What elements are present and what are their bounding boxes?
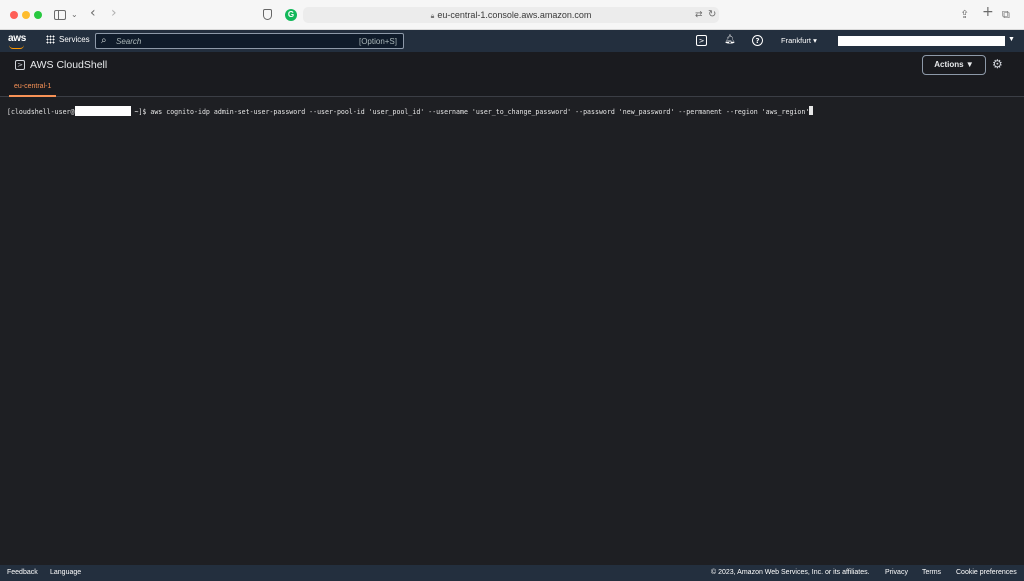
cookie-preferences-link[interactable]: Cookie preferences: [956, 565, 1017, 581]
zoom-window-button[interactable]: [34, 11, 42, 19]
browser-toolbar: ⌄ ‹ › G 🔒︎ eu-central-1.console.aws.amazo…: [0, 0, 1024, 30]
lock-icon: 🔒︎: [430, 13, 435, 20]
grammarly-extension-icon[interactable]: G: [285, 9, 297, 21]
services-label: Services: [59, 35, 90, 44]
aws-logo[interactable]: aws: [8, 33, 26, 44]
new-tab-icon[interactable]: +: [982, 4, 994, 20]
terminal-pane[interactable]: [cloudshell-user@ ~]$ aws cognito-idp ad…: [0, 98, 1024, 565]
account-menu-redacted[interactable]: [838, 36, 1005, 46]
aws-logo-smile-icon: [9, 45, 24, 49]
share-icon[interactable]: ⇪: [960, 7, 969, 23]
terms-link[interactable]: Terms: [922, 565, 941, 581]
terminal-icon: >: [15, 60, 25, 70]
cloudshell-icon[interactable]: >: [696, 35, 707, 46]
translate-icon[interactable]: ⇄: [695, 7, 703, 23]
services-menu-button[interactable]: Services: [46, 35, 90, 44]
prompt-prefix: [cloudshell-user@: [7, 108, 75, 116]
prompt-suffix: ~]$: [130, 108, 151, 116]
console-footer: Feedback Language © 2023, Amazon Web Ser…: [0, 565, 1024, 581]
privacy-shield-icon[interactable]: [263, 9, 272, 20]
address-bar[interactable]: 🔒︎ eu-central-1.console.aws.amazon.com: [303, 7, 719, 23]
language-link[interactable]: Language: [50, 565, 81, 581]
cloudshell-header: > AWS CloudShell Actions ▼ ⚙ eu-central-…: [0, 52, 1024, 97]
actions-button[interactable]: Actions ▼: [922, 55, 986, 75]
grid-icon: [46, 35, 55, 44]
sidebar-toggle-icon[interactable]: [54, 10, 66, 20]
terminal-line: [cloudshell-user@ ~]$ aws cognito-idp ad…: [7, 106, 814, 117]
back-arrow-icon[interactable]: ‹: [90, 5, 96, 21]
url-text: eu-central-1.console.aws.amazon.com: [437, 10, 592, 20]
chevron-down-icon[interactable]: ⌄: [71, 7, 78, 23]
redacted-hostname: [74, 106, 131, 116]
page-title: AWS CloudShell: [30, 59, 108, 71]
search-input[interactable]: ⌕ Search [Option+S]: [95, 33, 404, 49]
search-icon: ⌕: [101, 35, 107, 46]
bell-icon[interactable]: 🔔︎: [724, 35, 735, 46]
command-text: aws cognito-idp admin-set-user-password …: [150, 108, 810, 116]
minimize-window-button[interactable]: [22, 11, 30, 19]
privacy-link[interactable]: Privacy: [885, 565, 908, 581]
gear-icon[interactable]: ⚙: [992, 58, 1003, 70]
close-window-button[interactable]: [10, 11, 18, 19]
copyright-text: © 2023, Amazon Web Services, Inc. or its…: [711, 569, 870, 576]
search-shortcut: [Option+S]: [358, 37, 397, 46]
search-placeholder: Search: [116, 37, 142, 46]
help-icon[interactable]: ?: [752, 35, 763, 46]
forward-arrow-icon[interactable]: ›: [111, 5, 117, 21]
tab-overview-icon[interactable]: ⧉: [1002, 7, 1010, 23]
feedback-link[interactable]: Feedback: [7, 565, 38, 581]
account-chevron-down-icon[interactable]: ▼: [1008, 36, 1015, 43]
region-selector[interactable]: Frankfurt ▾: [781, 36, 817, 45]
reload-icon[interactable]: ↻: [708, 7, 716, 23]
tab-eu-central-1[interactable]: eu-central-1: [9, 83, 57, 97]
terminal-cursor: [809, 106, 814, 115]
